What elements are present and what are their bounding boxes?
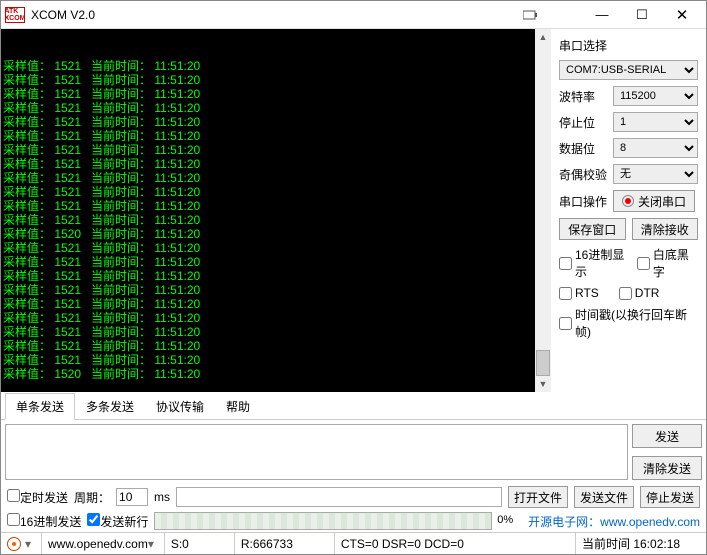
tabs: 单条发送 多条发送 协议传输 帮助 [1, 392, 706, 420]
close-button[interactable]: ✕ [662, 4, 702, 26]
timed-send-checkbox[interactable]: 定时发送 [7, 489, 68, 506]
save-window-button[interactable]: 保存窗口 [559, 218, 626, 240]
status-sent: S:0 [165, 533, 235, 554]
period-input[interactable] [116, 488, 148, 506]
send-button[interactable]: 发送 [632, 424, 702, 448]
file-path-input[interactable] [176, 487, 502, 507]
port-select[interactable]: COM7:USB-SERIAL [559, 60, 698, 80]
dtr-checkbox[interactable]: DTR [619, 286, 660, 300]
clear-recv-button[interactable]: 清除接收 [632, 218, 699, 240]
port-label: 串口选择 [559, 37, 698, 54]
status-bar: ▾ www.openedv.com▾ S:0 R:666733 CTS=0 DS… [1, 532, 706, 554]
status-time: 当前时间 16:02:18 [576, 533, 706, 554]
tab-protocol[interactable]: 协议传输 [145, 393, 215, 420]
status-signals: CTS=0 DSR=0 DCD=0 [335, 533, 576, 554]
timestamp-checkbox[interactable]: 时间戳(以换行回车断帧) [559, 306, 698, 340]
hex-display-checkbox[interactable]: 16进制显示 [559, 246, 633, 280]
tab-single-send[interactable]: 单条发送 [5, 393, 75, 420]
parity-label: 奇偶校验 [559, 166, 607, 183]
app-logo-icon: ATK XCOM [5, 7, 25, 23]
period-label: 周期： [74, 489, 110, 506]
terminal-output[interactable]: 采样值： 1521 当前时间： 11:51:20 采样值： 1521 当前时间：… [1, 29, 551, 392]
status-recv: R:666733 [235, 533, 335, 554]
send-file-button[interactable]: 发送文件 [574, 486, 634, 508]
battery-icon [522, 8, 540, 22]
stop-select[interactable]: 1 [613, 112, 698, 132]
scroll-thumb[interactable] [536, 350, 550, 376]
scroll-up-icon[interactable]: ▲ [535, 29, 551, 45]
website-link[interactable]: 开源电子网：www.openedv.com [528, 513, 700, 530]
rts-checkbox[interactable]: RTS [559, 286, 599, 300]
data-label: 数据位 [559, 140, 607, 157]
terminal-scrollbar[interactable]: ▲ ▼ [535, 29, 551, 392]
record-icon [622, 195, 634, 207]
period-unit: ms [154, 490, 170, 504]
data-select[interactable]: 8 [613, 138, 698, 158]
open-file-button[interactable]: 打开文件 [508, 486, 568, 508]
status-url[interactable]: www.openedv.com [48, 537, 148, 551]
baud-select[interactable]: 115200 [613, 86, 698, 106]
stop-send-button[interactable]: 停止发送 [640, 486, 700, 508]
minimize-button[interactable]: — [582, 4, 622, 26]
baud-label: 波特率 [559, 88, 607, 105]
maximize-button[interactable]: ☐ [622, 4, 662, 26]
op-label: 串口操作 [559, 193, 607, 210]
parity-select[interactable]: 无 [613, 164, 698, 184]
hex-send-checkbox[interactable]: 16进制发送 [7, 513, 81, 530]
close-port-button[interactable]: 关闭串口 [613, 190, 695, 212]
scroll-down-icon[interactable]: ▼ [535, 376, 551, 392]
side-panel: 串口选择 COM7:USB-SERIAL 波特率 115200 停止位 1 数据位 8… [551, 29, 706, 392]
tab-multi-send[interactable]: 多条发送 [75, 393, 145, 420]
send-textarea[interactable] [5, 424, 628, 480]
titlebar: ATK XCOM XCOM V2.0 — ☐ ✕ [1, 1, 706, 29]
clear-send-button[interactable]: 清除发送 [632, 456, 702, 480]
progress-bar: 0% [154, 512, 492, 530]
save-icon[interactable] [7, 537, 21, 551]
progress-pct: 0% [497, 514, 513, 526]
stop-label: 停止位 [559, 114, 607, 131]
white-bg-checkbox[interactable]: 白底黑字 [637, 246, 698, 280]
tab-help[interactable]: 帮助 [215, 393, 261, 420]
send-newline-checkbox[interactable]: 发送新行 [87, 513, 148, 530]
window-title: XCOM V2.0 [31, 8, 520, 22]
